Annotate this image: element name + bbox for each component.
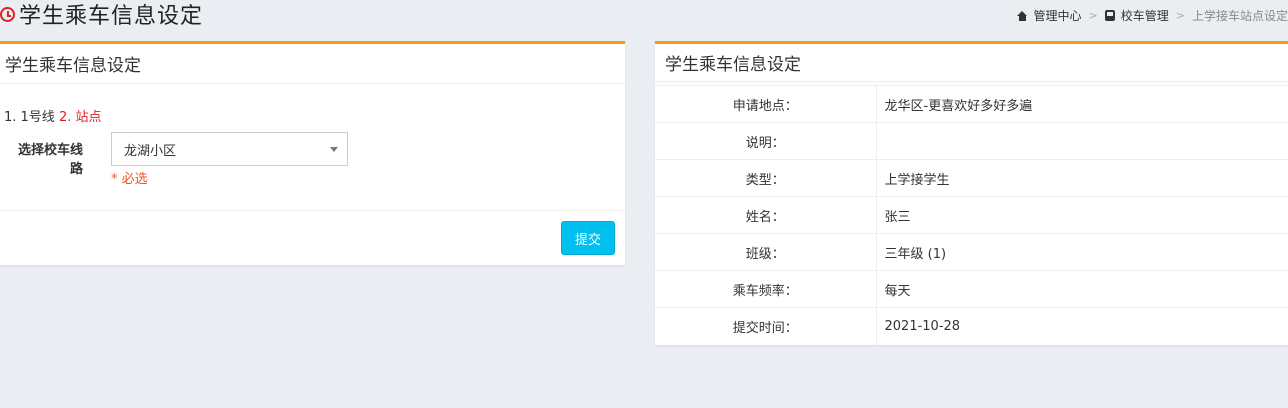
panel-title: 学生乘车信息设定 [655, 44, 1288, 82]
info-panel: 学生乘车信息设定 申请地点： 龙华区-更喜欢好多好多遍 说明： 类型： 上学接学生 姓名：… [655, 41, 1288, 345]
step-1: 1. 1号线 [4, 110, 55, 125]
info-value: 张三 [884, 209, 911, 225]
route-select[interactable]: 龙湖小区 [111, 132, 348, 166]
panel-footer: 提交 [0, 210, 625, 265]
breadcrumb-separator: > [1175, 9, 1185, 22]
info-label: 乘车频率： [655, 270, 877, 308]
info-value: 上学接学生 [884, 172, 950, 188]
step-indicator: 1. 1号线 2. 站点 [4, 106, 102, 125]
submit-button[interactable]: 提交 [561, 221, 615, 255]
breadcrumb: 管理中心 > 校车管理 > 上学接车站点设定 [1016, 7, 1288, 24]
breadcrumb-section[interactable]: 校车管理 [1121, 7, 1169, 24]
panel-title: 学生乘车信息设定 [0, 44, 625, 84]
table-row: 类型： 上学接学生 [655, 159, 1288, 197]
info-label: 班级： [655, 233, 877, 271]
info-label: 申请地点： [655, 85, 877, 123]
step-2: 2. 站点 [58, 110, 102, 125]
route-select-value: 龙湖小区 [124, 143, 177, 159]
table-row: 说明： [655, 122, 1288, 160]
breadcrumb-home[interactable]: 管理中心 [1034, 7, 1082, 24]
caret-down-icon [330, 147, 338, 152]
page-title: 学生乘车信息设定 [0, 0, 204, 29]
info-label: 类型： [655, 159, 877, 197]
table-row: 乘车频率： 每天 [655, 270, 1288, 308]
info-label: 提交时间： [655, 307, 877, 345]
info-value: 龙华区-更喜欢好多好多遍 [884, 98, 1033, 114]
info-value: 每天 [884, 283, 911, 299]
clock-icon [0, 6, 15, 22]
breadcrumb-current: 上学接车站点设定 [1191, 9, 1288, 23]
bus-icon [1104, 10, 1115, 21]
page-title-text: 学生乘车信息设定 [19, 4, 204, 29]
table-row: 申请地点： 龙华区-更喜欢好多好多遍 [655, 85, 1288, 123]
info-value: 2021-10-28 [884, 318, 961, 334]
info-table: 申请地点： 龙华区-更喜欢好多好多遍 说明： 类型： 上学接学生 姓名： 张三 班级： 三年级 … [655, 85, 1288, 345]
table-row: 提交时间： 2021-10-28 [655, 307, 1288, 345]
info-value: 三年级 (1) [884, 246, 947, 262]
info-label: 姓名： [655, 196, 877, 234]
breadcrumb-separator: > [1088, 9, 1098, 22]
info-label: 说明： [655, 122, 877, 160]
info-value [876, 123, 1288, 160]
table-row: 姓名： 张三 [655, 196, 1288, 234]
route-select-panel: 学生乘车信息设定 1. 1号线 2. 站点 选择校车线路 龙湖小区 * 必选 提… [0, 41, 625, 265]
route-select-label: 选择校车线路 [17, 143, 83, 177]
required-hint: * 必选 [111, 172, 148, 187]
home-icon [1016, 10, 1028, 21]
table-row: 班级： 三年级 (1) [655, 233, 1288, 271]
